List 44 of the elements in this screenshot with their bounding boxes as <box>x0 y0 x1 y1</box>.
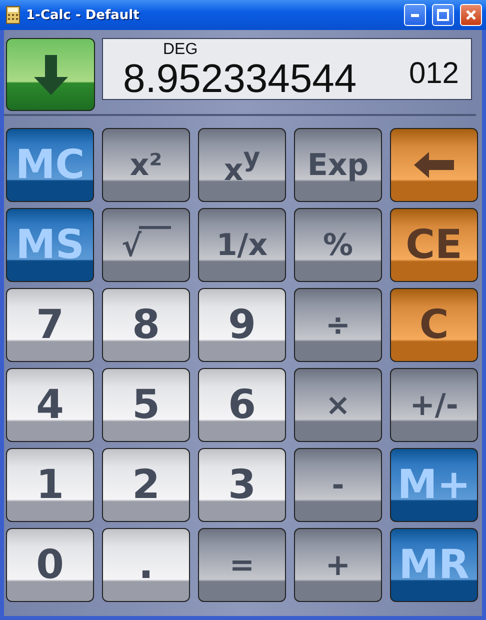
calculator-key[interactable]: 1/x <box>198 208 286 282</box>
calculator-key[interactable]: = <box>198 528 286 602</box>
calculator-key[interactable]: + <box>294 528 382 602</box>
calculator-key[interactable]: MR <box>390 528 478 602</box>
calculator-key[interactable]: x$^{y}$ <box>198 128 286 202</box>
calculator-key[interactable]: Exp <box>294 128 382 202</box>
minimize-icon <box>411 14 419 16</box>
calculator-key[interactable]: √ <box>102 208 190 282</box>
left-arrow-icon <box>414 152 454 178</box>
close-button[interactable] <box>460 4 482 26</box>
calculator-key[interactable]: 7 <box>6 288 94 362</box>
calculator-key[interactable] <box>390 128 478 202</box>
calculator-key[interactable]: 9 <box>198 288 286 362</box>
calculator-key[interactable]: 4 <box>6 368 94 442</box>
calculator-key[interactable]: CE <box>390 208 478 282</box>
calculator-key[interactable]: MC <box>6 128 94 202</box>
calculator-key[interactable]: . <box>102 528 190 602</box>
calculator-key[interactable]: +/- <box>390 368 478 442</box>
calculator-key[interactable]: C <box>390 288 478 362</box>
enter-button[interactable] <box>6 38 95 111</box>
calculator-key[interactable]: - <box>294 448 382 522</box>
calculator-key[interactable]: % <box>294 208 382 282</box>
calculator-key[interactable]: 8 <box>102 288 190 362</box>
maximize-button[interactable] <box>432 4 454 26</box>
calculator-key[interactable]: 2 <box>102 448 190 522</box>
calculator-key[interactable]: × <box>294 368 382 442</box>
calculator-key[interactable]: M+ <box>390 448 478 522</box>
calculator-key[interactable]: 5 <box>102 368 190 442</box>
calculator-icon <box>6 6 20 24</box>
minimize-button[interactable] <box>404 4 426 26</box>
calculator-key[interactable]: MS <box>6 208 94 282</box>
close-icon <box>465 9 477 21</box>
calculator-key[interactable]: x² <box>102 128 190 202</box>
display-value: 8.952334544 <box>123 59 358 99</box>
calculator-key[interactable]: 1 <box>6 448 94 522</box>
angle-mode: DEG <box>162 41 199 59</box>
window-title: 1-Calc - Default <box>26 8 140 22</box>
display-exponent: 012 <box>408 59 459 92</box>
calculator-key[interactable]: ÷ <box>294 288 382 362</box>
down-arrow-icon <box>34 54 68 94</box>
calculator-key[interactable]: 6 <box>198 368 286 442</box>
calculator-key[interactable]: 0 <box>6 528 94 602</box>
maximize-icon <box>437 9 449 21</box>
calculator-key[interactable]: 3 <box>198 448 286 522</box>
